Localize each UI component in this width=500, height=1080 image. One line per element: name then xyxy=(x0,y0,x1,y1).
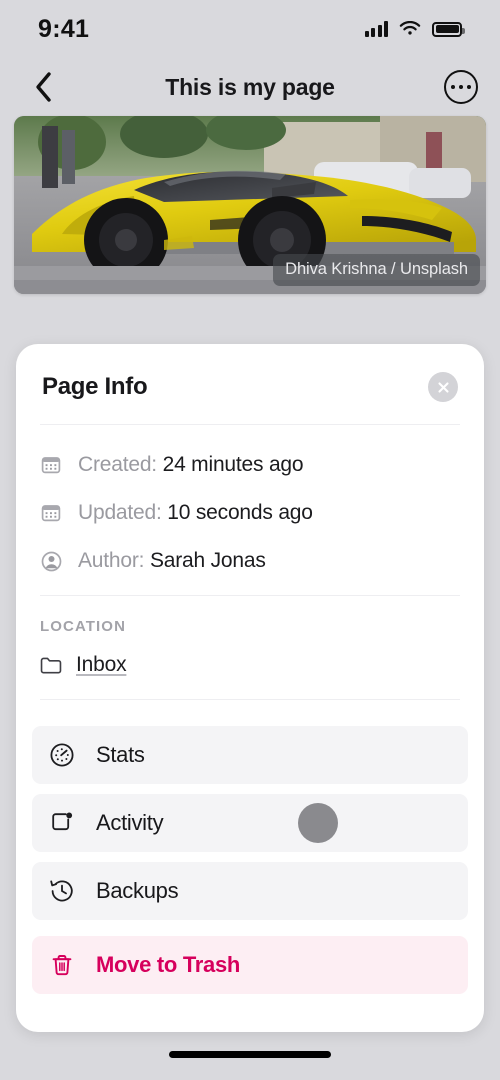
hero-image[interactable]: Dhiva Krishna / Unsplash xyxy=(14,116,486,294)
back-button[interactable] xyxy=(24,67,64,107)
battery-full-icon xyxy=(432,21,465,37)
ellipsis-dot xyxy=(466,84,471,90)
page-title: This is my page xyxy=(165,73,335,100)
action-menu: Stats Activity Backups Move to Trash xyxy=(16,700,484,994)
gauge-icon xyxy=(48,741,76,769)
metadata-value: 10 seconds ago xyxy=(167,501,313,524)
navigation-bar: This is my page xyxy=(0,58,500,116)
image-credit[interactable]: Dhiva Krishna / Unsplash xyxy=(273,254,480,286)
metadata-value: 24 minutes ago xyxy=(162,453,304,476)
clock-history-icon xyxy=(48,877,76,905)
close-icon xyxy=(437,381,449,393)
home-indicator-bar[interactable] xyxy=(169,1051,331,1058)
metadata-label: Author: xyxy=(78,549,145,572)
status-bar: 9:41 xyxy=(0,0,500,58)
status-icons xyxy=(364,21,465,37)
card-header: Page Info xyxy=(16,344,484,402)
metadata-text: Created: 24 minutes ago xyxy=(78,453,304,477)
metadata-label: Created: xyxy=(78,453,157,476)
more-options-button[interactable] xyxy=(444,70,478,104)
metadata-row-updated: Updated: 10 seconds ago xyxy=(40,489,460,537)
trash-icon xyxy=(48,951,76,979)
metadata-text: Author: Sarah Jonas xyxy=(78,549,266,573)
location-link[interactable]: Inbox xyxy=(76,653,127,677)
page-info-card: Page Info Created: 24 minutes ago Update… xyxy=(16,344,484,1032)
metadata-text: Updated: 10 seconds ago xyxy=(78,501,313,525)
menu-item-move-to-trash[interactable]: Move to Trash xyxy=(32,936,468,994)
card-title: Page Info xyxy=(42,373,148,400)
location-section-label: LOCATION xyxy=(40,618,127,635)
ellipsis-dot xyxy=(458,84,464,90)
metadata-list: Created: 24 minutes ago Updated: 10 seco… xyxy=(16,425,484,585)
menu-item-label: Stats xyxy=(96,742,145,767)
menu-item-stats[interactable]: Stats xyxy=(32,726,468,784)
wifi-icon xyxy=(399,21,421,35)
location-row[interactable]: Inbox xyxy=(16,635,484,677)
metadata-row-created: Created: 24 minutes ago xyxy=(40,441,460,489)
calendar-icon xyxy=(40,454,62,476)
calendar-icon xyxy=(40,502,62,524)
close-button[interactable] xyxy=(428,372,458,402)
cellular-signal-icon xyxy=(364,21,388,37)
menu-item-backups[interactable]: Backups xyxy=(32,862,468,920)
menu-item-label: Backups xyxy=(96,878,179,903)
metadata-value: Sarah Jonas xyxy=(149,549,266,572)
status-time: 9:41 xyxy=(38,14,90,43)
folder-icon xyxy=(40,654,62,676)
person-circle-icon xyxy=(40,550,62,572)
phone-screen: 9:41 This is my page Dhiva Krishna / Uns… xyxy=(0,0,500,1080)
chevron-left-icon xyxy=(36,72,51,102)
menu-item-activity[interactable]: Activity xyxy=(32,794,468,852)
menu-item-label: Activity xyxy=(96,810,164,835)
touch-pointer-dot xyxy=(298,803,338,843)
activity-badge-icon xyxy=(48,809,76,837)
ellipsis-dot xyxy=(451,84,456,90)
metadata-label: Updated: xyxy=(78,501,162,524)
metadata-row-author: Author: Sarah Jonas xyxy=(40,537,460,585)
menu-item-label: Move to Trash xyxy=(96,952,241,977)
